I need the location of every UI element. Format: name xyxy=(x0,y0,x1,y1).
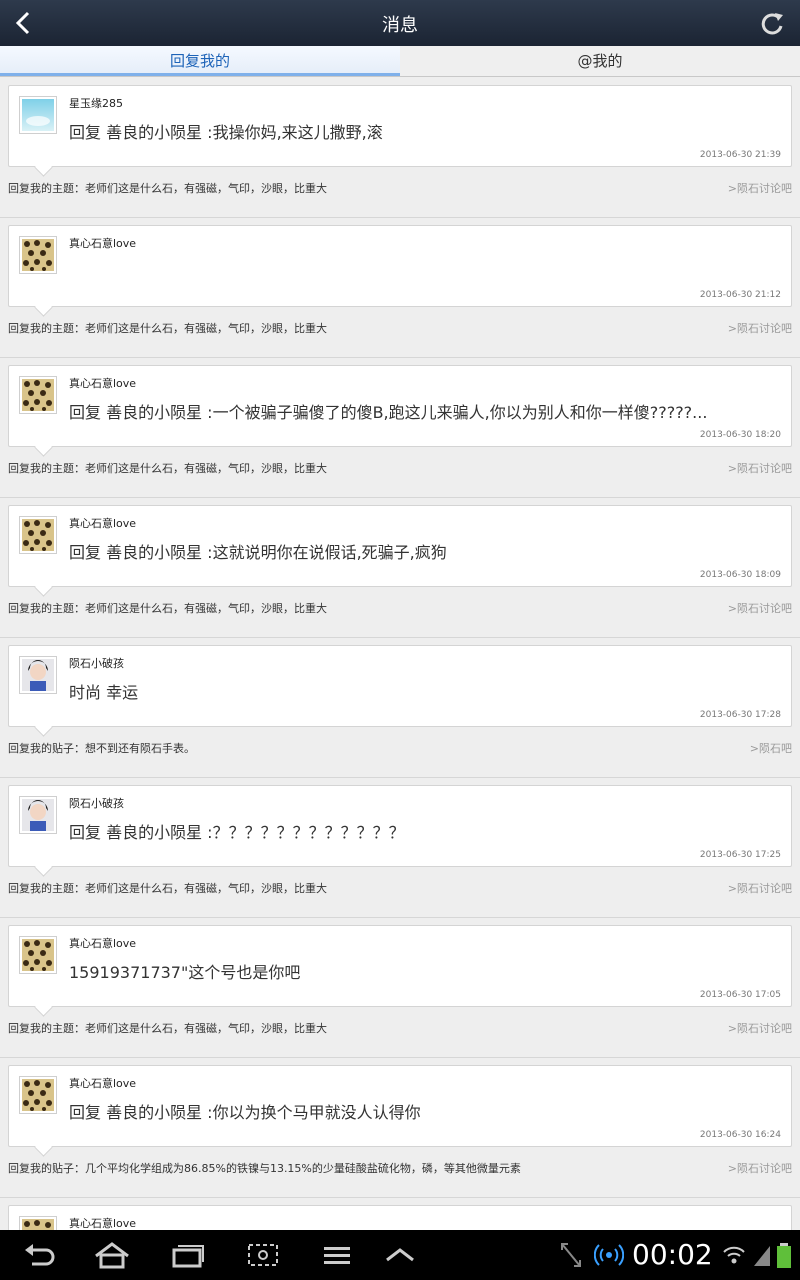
avatar-leopard-image xyxy=(22,1219,54,1230)
avatar[interactable] xyxy=(19,1216,57,1230)
reply-context[interactable]: 回复我的主题：老师们这是什么石，有强磁，气印，沙眼，比重大 xyxy=(8,1020,327,1036)
tab-bar: 回复我的 @我的 xyxy=(0,46,800,77)
avatar[interactable] xyxy=(19,1076,57,1114)
reply-context[interactable]: 回复我的主题：老师们这是什么石，有强磁，气印，沙眼，比重大 xyxy=(8,320,327,336)
avatar[interactable] xyxy=(19,516,57,554)
message-time: 2013-06-30 21:39 xyxy=(699,150,781,160)
cell-signal-icon xyxy=(754,1246,770,1266)
message-item[interactable]: 真心石意love 回复 善良的小陨星 :一个被骗子骗傻了的傻B,跑这儿来骗人,你以… xyxy=(0,358,800,498)
reply-context[interactable]: 回复我的贴子：想不到还有陨石手表。 xyxy=(8,740,195,756)
message-item[interactable]: 真心石意love 15919371737"这个号也是你吧 2013-06-30 17… xyxy=(0,918,800,1058)
message-item[interactable]: 真心石意love 回复 善良的小陨星 :这就说明你在说假话,死骗子,疯狗 2013-… xyxy=(0,498,800,638)
message-content: 回复 善良的小陨星 :？？？？？？？？？？？？ xyxy=(69,823,405,842)
chevron-up-icon[interactable] xyxy=(384,1240,416,1270)
forum-link[interactable]: >陨石讨论吧 xyxy=(728,180,792,196)
username[interactable]: 陨石小破孩 xyxy=(69,795,124,811)
username[interactable]: 星玉缘285 xyxy=(69,95,123,111)
message-card[interactable]: 真心石意love xyxy=(8,1205,792,1230)
message-content: 15919371737"这个号也是你吧 xyxy=(69,963,301,982)
forum-link[interactable]: >陨石讨论吧 xyxy=(728,600,792,616)
expand-icon xyxy=(561,1243,581,1267)
forum-link[interactable]: >陨石讨论吧 xyxy=(728,1020,792,1036)
message-time: 2013-06-30 16:24 xyxy=(699,1130,781,1140)
avatar-leopard-image xyxy=(22,519,54,551)
username[interactable]: 真心石意love xyxy=(69,1075,136,1091)
message-time: 2013-06-30 21:12 xyxy=(699,290,781,300)
forum-link[interactable]: >陨石讨论吧 xyxy=(728,1160,792,1176)
avatar-sky-image xyxy=(22,99,54,131)
username[interactable]: 真心石意love xyxy=(69,375,136,391)
message-item[interactable]: 真心石意love xyxy=(0,1198,800,1230)
message-time: 2013-06-30 17:28 xyxy=(699,710,781,720)
status-clock: 00:02 xyxy=(632,1238,713,1271)
message-item[interactable]: 陨石小破孩回复 善良的小陨星 :？？？？？？？？？？？？ 2013-06-30 1… xyxy=(0,778,800,918)
forum-link[interactable]: >陨石讨论吧 xyxy=(728,320,792,336)
avatar[interactable] xyxy=(19,796,57,834)
avatar[interactable] xyxy=(19,656,57,694)
username[interactable]: 真心石意love xyxy=(69,235,136,251)
username[interactable]: 真心石意love xyxy=(69,1215,136,1230)
message-card[interactable]: 真心石意love 15919371737"这个号也是你吧 2013-06-30 17… xyxy=(8,925,792,1007)
battery-icon xyxy=(777,1243,791,1268)
message-content: 回复 善良的小陨星 :你以为换个马甲就没人认得你 xyxy=(69,1103,421,1122)
signal-broadcast-icon xyxy=(594,1244,624,1266)
avatar-leopard-image xyxy=(22,379,54,411)
reply-context[interactable]: 回复我的主题：老师们这是什么石，有强磁，气印，沙眼，比重大 xyxy=(8,880,327,896)
avatar-leopard-image xyxy=(22,239,54,271)
screenshot-icon[interactable] xyxy=(246,1240,280,1270)
message-item[interactable]: 陨石小破孩时尚 幸运 2013-06-30 17:28 回复我的贴子：想不到还有陨石… xyxy=(0,638,800,778)
avatar[interactable] xyxy=(19,936,57,974)
message-card[interactable]: 真心石意love 2013-06-30 21:12 xyxy=(8,225,792,307)
message-item[interactable]: 星玉缘285 回复 善良的小陨星 :我操你妈,来这儿撒野,滚 2013-06-30 … xyxy=(0,78,800,218)
username[interactable]: 陨石小破孩 xyxy=(69,655,124,671)
username[interactable]: 真心石意love xyxy=(69,515,136,531)
forum-link[interactable]: >陨石吧 xyxy=(750,740,792,756)
reply-context[interactable]: 回复我的贴子：几个平均化学组成为86.85%的铁镍与13.15%的少量硅酸盐硫化… xyxy=(8,1160,521,1176)
reply-context[interactable]: 回复我的主题：老师们这是什么石，有强磁，气印，沙眼，比重大 xyxy=(8,180,327,196)
message-card[interactable]: 星玉缘285 回复 善良的小陨星 :我操你妈,来这儿撒野,滚 2013-06-30 … xyxy=(8,85,792,167)
tab-mentions[interactable]: @我的 xyxy=(400,46,800,76)
message-card[interactable]: 真心石意love 回复 善良的小陨星 :你以为换个马甲就没人认得你 2013-06-… xyxy=(8,1065,792,1147)
title-bar: 消息 xyxy=(0,0,800,46)
message-content: 回复 善良的小陨星 :一个被骗子骗傻了的傻B,跑这儿来骗人,你以为别人和你一样傻… xyxy=(69,403,708,422)
avatar-leopard-image xyxy=(22,1079,54,1111)
message-time: 2013-06-30 18:20 xyxy=(699,430,781,440)
reply-context[interactable]: 回复我的主题：老师们这是什么石，有强磁，气印，沙眼，比重大 xyxy=(8,460,327,476)
message-card[interactable]: 陨石小破孩回复 善良的小陨星 :？？？？？？？？？？？？ 2013-06-30 1… xyxy=(8,785,792,867)
message-content: 时尚 幸运 xyxy=(69,683,139,702)
home-icon[interactable] xyxy=(92,1240,132,1270)
avatar-kid-image xyxy=(22,659,54,691)
page-title: 消息 xyxy=(382,15,418,36)
refresh-icon[interactable] xyxy=(758,10,786,38)
message-time: 2013-06-30 17:25 xyxy=(699,850,781,860)
forum-link[interactable]: >陨石讨论吧 xyxy=(728,460,792,476)
recent-apps-icon[interactable] xyxy=(170,1240,206,1270)
avatar-leopard-image xyxy=(22,939,54,971)
message-list[interactable]: 星玉缘285 回复 善良的小陨星 :我操你妈,来这儿撒野,滚 2013-06-30 … xyxy=(0,78,800,1230)
forum-link[interactable]: >陨石讨论吧 xyxy=(728,880,792,896)
avatar[interactable] xyxy=(19,236,57,274)
message-content: 回复 善良的小陨星 :这就说明你在说假话,死骗子,疯狗 xyxy=(69,543,447,562)
message-time: 2013-06-30 18:09 xyxy=(699,570,781,580)
message-card[interactable]: 真心石意love 回复 善良的小陨星 :这就说明你在说假话,死骗子,疯狗 2013-… xyxy=(8,505,792,587)
avatar-kid-image xyxy=(22,799,54,831)
reply-context[interactable]: 回复我的主题：老师们这是什么石，有强磁，气印，沙眼，比重大 xyxy=(8,600,327,616)
tab-replies-to-me[interactable]: 回复我的 xyxy=(0,46,400,76)
system-nav-bar: 00:02 xyxy=(0,1230,800,1280)
menu-icon[interactable] xyxy=(322,1240,352,1270)
avatar[interactable] xyxy=(19,96,57,134)
message-card[interactable]: 陨石小破孩时尚 幸运 2013-06-30 17:28 xyxy=(8,645,792,727)
message-content: 回复 善良的小陨星 :我操你妈,来这儿撒野,滚 xyxy=(69,123,383,142)
avatar[interactable] xyxy=(19,376,57,414)
back-icon[interactable] xyxy=(22,1240,56,1270)
username[interactable]: 真心石意love xyxy=(69,935,136,951)
message-item[interactable]: 真心石意love 2013-06-30 21:12 回复我的主题：老师们这是什么石，… xyxy=(0,218,800,358)
message-item[interactable]: 真心石意love 回复 善良的小陨星 :你以为换个马甲就没人认得你 2013-06-… xyxy=(0,1058,800,1198)
message-time: 2013-06-30 17:05 xyxy=(699,990,781,1000)
message-card[interactable]: 真心石意love 回复 善良的小陨星 :一个被骗子骗傻了的傻B,跑这儿来骗人,你以… xyxy=(8,365,792,447)
wifi-icon xyxy=(723,1246,745,1264)
